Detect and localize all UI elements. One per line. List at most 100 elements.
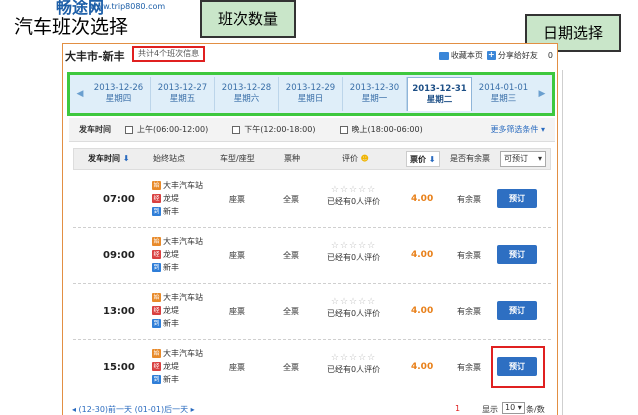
end-badge-icon: 到 — [152, 263, 161, 272]
checkbox[interactable] — [125, 125, 133, 134]
seat-type: 座票 — [229, 307, 245, 316]
filter-evening[interactable]: 晚上(18:00-06:00) — [339, 124, 423, 135]
stations: 始大丰汽车站 经龙堤 到新丰 — [152, 237, 203, 272]
sort-down-icon: ⬇ — [122, 154, 130, 163]
date-tab[interactable]: 2013-12-30 星期一 — [343, 77, 407, 111]
seat-type: 座票 — [229, 251, 245, 260]
date-tab-active[interactable]: 2013-12-31 星期二 — [407, 77, 472, 111]
book-button[interactable]: 预订 — [497, 189, 537, 208]
time-filter-row: 发车时间 上午(06:00-12:00) 下午(12:00-18:00) 晚上(… — [69, 118, 555, 142]
filter-label: 发车时间 — [79, 125, 111, 134]
filter-afternoon[interactable]: 下午(12:00-18:00) — [232, 124, 316, 135]
date-tab[interactable]: 2013-12-27 星期五 — [151, 77, 215, 111]
rating: ☆☆☆☆☆ 已经有0人评价 — [327, 297, 381, 318]
show-label: 显示 — [482, 405, 498, 414]
top-actions: 收藏本页 + 分享给好友 0 — [438, 50, 553, 61]
checkbox[interactable] — [232, 125, 241, 134]
checkbox[interactable] — [339, 125, 348, 134]
stations: 始大丰汽车站 经龙堤 到新丰 — [152, 349, 203, 384]
header-bus-type: 车型/座型 — [220, 154, 255, 163]
ticket-type: 全票 — [283, 251, 299, 260]
table-row: 07:00 始大丰汽车站 经龙堤 到新丰 座票 全票 ☆☆☆☆☆ 已经有0人评价 … — [73, 172, 551, 228]
per-page-select[interactable]: 10 ▾ — [502, 402, 525, 414]
current-page[interactable]: 1 — [455, 404, 460, 413]
book-button[interactable]: 预订 — [497, 245, 537, 264]
header-rating: 评价 ☻ — [342, 154, 369, 163]
header-depart-time[interactable]: 发车时间 ⬇ — [88, 149, 130, 169]
folder-icon — [438, 51, 449, 60]
prev-next-day-links[interactable]: ◂ (12-30)前一天 (01-01)后一天 ▸ — [72, 404, 195, 415]
chevron-down-icon: ▾ — [537, 154, 542, 163]
stations: 始大丰汽车站 经龙堤 到新丰 — [152, 293, 203, 328]
start-badge-icon: 始 — [152, 293, 161, 302]
price: 4.00 — [411, 250, 434, 260]
seat-type: 座票 — [229, 195, 245, 204]
depart-time: 07:00 — [103, 194, 135, 205]
pagination: ◂ (12-30)前一天 (01-01)后一天 ▸ 1 显示 10 ▾ 条/数 — [62, 402, 558, 415]
date-next-arrow-icon[interactable]: ▶ — [535, 77, 549, 111]
header-price[interactable]: 票价 ⬇ — [406, 151, 440, 167]
date-tab[interactable]: 2014-01-01 星期三 — [472, 77, 535, 111]
sort-down-icon: ⬇ — [428, 155, 436, 164]
table-row: 13:00 始大丰汽车站 经龙堤 到新丰 座票 全票 ☆☆☆☆☆ 已经有0人评价 … — [73, 284, 551, 340]
date-tab[interactable]: 2013-12-26 星期四 — [87, 77, 151, 111]
date-tab[interactable]: 2013-12-29 星期日 — [279, 77, 343, 111]
date-tab[interactable]: 2013-12-28 星期六 — [215, 77, 279, 111]
page-title: 汽车班次选择 — [14, 16, 129, 38]
depart-time: 09:00 — [103, 250, 135, 261]
book-button[interactable]: 预订 — [497, 357, 537, 376]
price: 4.00 — [411, 362, 434, 372]
price: 4.00 — [411, 194, 434, 204]
remain-status: 有余票 — [457, 195, 481, 204]
bookmark-link[interactable]: 收藏本页 — [438, 50, 483, 61]
ticket-type: 全票 — [283, 307, 299, 316]
start-badge-icon: 始 — [152, 181, 161, 190]
rating: ☆☆☆☆☆ 已经有0人评价 — [327, 241, 381, 262]
schedule-panel: 大丰市-新丰 共计4个班次信息 收藏本页 + 分享给好友 0 ◀ 2013-12-… — [62, 43, 558, 415]
share-count: 0 — [547, 51, 553, 60]
via-badge-icon: 经 — [152, 194, 161, 203]
ticket-type: 全票 — [283, 363, 299, 372]
end-badge-icon: 到 — [152, 375, 161, 384]
end-badge-icon: 到 — [152, 207, 161, 216]
remain-status: 有余票 — [457, 307, 481, 316]
end-badge-icon: 到 — [152, 319, 161, 328]
date-selector: ◀ 2013-12-26 星期四 2013-12-27 星期五 2013-12-28… — [67, 72, 555, 116]
logo-url: www.trip8080.com — [90, 2, 166, 11]
star-rating-icon: ☆☆☆☆☆ — [330, 297, 377, 307]
route-title: 大丰市-新丰 — [65, 50, 125, 63]
callout-schedule-count: 班次数量 — [200, 0, 296, 38]
via-badge-icon: 经 — [152, 250, 161, 259]
book-button[interactable]: 预订 — [497, 301, 537, 320]
star-rating-icon: ☆☆☆☆☆ — [330, 353, 377, 363]
more-filters-link[interactable]: 更多筛选条件 ▾ — [490, 124, 545, 135]
header-remain: 是否有余票 — [450, 154, 490, 163]
start-badge-icon: 始 — [152, 237, 161, 246]
smiley-icon: ☻ — [358, 154, 369, 163]
star-rating-icon: ☆☆☆☆☆ — [330, 241, 377, 251]
per-page-unit: 条/数 — [526, 405, 545, 414]
remain-status: 有余票 — [457, 363, 481, 372]
rating: ☆☆☆☆☆ 已经有0人评价 — [327, 185, 381, 206]
header-ticket-type: 票种 — [284, 154, 300, 163]
filter-morning[interactable]: 上午(06:00-12:00) — [125, 124, 208, 135]
depart-time: 13:00 — [103, 306, 135, 317]
start-badge-icon: 始 — [152, 349, 161, 358]
plus-icon: + — [486, 50, 496, 60]
table-row: 15:00 始大丰汽车站 经龙堤 到新丰 座票 全票 ☆☆☆☆☆ 已经有0人评价 … — [73, 340, 551, 396]
depart-time: 15:00 — [103, 362, 135, 373]
date-prev-arrow-icon[interactable]: ◀ — [73, 77, 87, 111]
schedule-count-info: 共计4个班次信息 — [132, 46, 206, 62]
share-link[interactable]: + 分享给好友 — [486, 50, 538, 61]
via-badge-icon: 经 — [152, 306, 161, 315]
rating: ☆☆☆☆☆ 已经有0人评价 — [327, 353, 381, 374]
star-rating-icon: ☆☆☆☆☆ — [330, 185, 377, 195]
page-edge-divider — [557, 70, 563, 415]
stations: 始大丰汽车站 经龙堤 到新丰 — [152, 181, 203, 216]
bookable-select[interactable]: 可预订 ▾ — [500, 151, 546, 167]
ticket-type: 全票 — [283, 195, 299, 204]
via-badge-icon: 经 — [152, 362, 161, 371]
table-row: 09:00 始大丰汽车站 经龙堤 到新丰 座票 全票 ☆☆☆☆☆ 已经有0人评价 … — [73, 228, 551, 284]
seat-type: 座票 — [229, 363, 245, 372]
table-header: 发车时间 ⬇ 始终站点 车型/座型 票种 评价 ☻ 票价 ⬇ 是否有余票 可预订… — [73, 148, 551, 170]
